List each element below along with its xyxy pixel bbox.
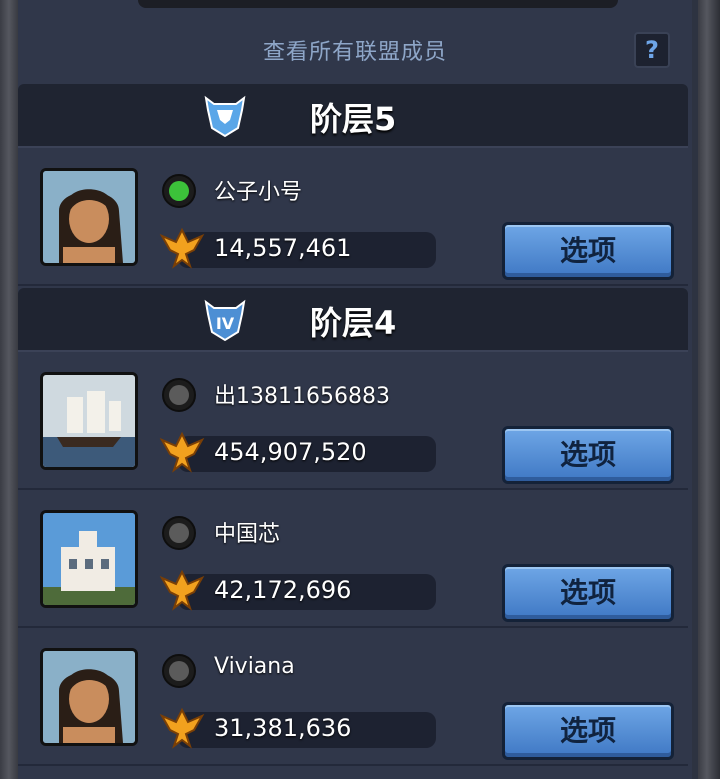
sailing-ship-avatar[interactable] [40, 372, 138, 470]
member-name: 出13811656883 [214, 384, 390, 409]
help-button[interactable]: ? [634, 32, 670, 68]
tier-header-4: IV 阶层4 [18, 288, 688, 352]
phoenix-power-icon [159, 227, 205, 269]
options-button[interactable]: 选项 [502, 564, 674, 622]
member-name: 中国芯 [214, 522, 281, 547]
warrior-avatar[interactable] [40, 648, 138, 746]
tier-5-shield-icon [204, 95, 246, 138]
power-value: 42,172,696 [214, 576, 352, 604]
top-bar: 查看所有联盟成员 ? [18, 20, 692, 80]
offline-status-icon [162, 378, 196, 412]
member-row: Viviana 31,381,636 选项 [18, 628, 688, 766]
member-row: 公子小号 14,557,461 选项 [18, 148, 688, 286]
member-row: 出13811656883 454,907,520 选项 [18, 352, 688, 490]
tier-header-5: 阶层5 [18, 84, 688, 148]
power-value: 31,381,636 [214, 714, 352, 742]
members-panel: 查看所有联盟成员 ? 阶层5 公子小号 14,557,461 选项 IV 阶层4… [18, 0, 692, 779]
options-button[interactable]: 选项 [502, 702, 674, 760]
tier-4-shield-icon: IV [204, 299, 246, 342]
online-status-icon [162, 174, 196, 208]
member-row: 中国芯 42,172,696 选项 [18, 490, 688, 628]
tier-title: 阶层4 [310, 304, 397, 342]
phoenix-power-icon [159, 569, 205, 611]
phoenix-power-icon [159, 707, 205, 749]
building-avatar[interactable] [40, 510, 138, 608]
page-title: 查看所有联盟成员 [262, 40, 447, 65]
power-value: 14,557,461 [214, 234, 352, 262]
stone-frame-right [698, 0, 720, 779]
options-button[interactable]: 选项 [502, 426, 674, 484]
svg-text:IV: IV [216, 314, 235, 333]
panel-top-edge [138, 0, 618, 8]
warrior-avatar[interactable] [40, 168, 138, 266]
member-name: Viviana [214, 654, 295, 679]
tier-title: 阶层5 [310, 100, 397, 138]
power-value: 454,907,520 [214, 438, 367, 466]
options-button[interactable]: 选项 [502, 222, 674, 280]
offline-status-icon [162, 654, 196, 688]
member-name: 公子小号 [214, 180, 303, 205]
offline-status-icon [162, 516, 196, 550]
phoenix-power-icon [159, 431, 205, 473]
